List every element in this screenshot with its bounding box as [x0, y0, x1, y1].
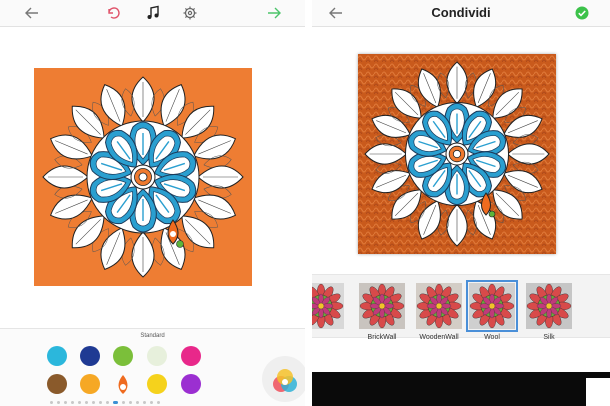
- color-swatch[interactable]: [181, 374, 201, 394]
- coloring-editor-screen: Standard: [0, 0, 305, 406]
- texture-filter-thumbnail[interactable]: [416, 283, 462, 329]
- page-dot[interactable]: [64, 401, 67, 404]
- texture-filter-thumbnail[interactable]: [312, 283, 344, 329]
- mandala-thumbnail: [312, 283, 344, 329]
- page-title: Condividi: [431, 5, 491, 20]
- page-dot[interactable]: [92, 401, 95, 404]
- color-swatch[interactable]: [47, 346, 67, 366]
- ad-banner[interactable]: [312, 372, 610, 406]
- page-dot[interactable]: [113, 401, 118, 404]
- mandala-artwork: [42, 76, 244, 278]
- page-dot[interactable]: [99, 401, 102, 404]
- page-dot[interactable]: [50, 401, 53, 404]
- page-dot[interactable]: [122, 401, 125, 404]
- mandala-thumbnail: [416, 283, 462, 329]
- textured-mandala-preview: [358, 54, 556, 254]
- texture-filter-label: Silk: [543, 334, 555, 341]
- mandala-thumbnail: [359, 283, 405, 329]
- screen-divider: [305, 0, 312, 406]
- coloring-canvas[interactable]: [34, 68, 252, 286]
- color-swatch[interactable]: [113, 374, 133, 394]
- mandala-thumbnail: [469, 283, 515, 329]
- paint-drop-icon: [118, 375, 128, 394]
- page-dot[interactable]: [85, 401, 88, 404]
- texture-filter-thumbnail[interactable]: [359, 283, 405, 329]
- page-dot[interactable]: [136, 401, 139, 404]
- texture-filter-thumbnail[interactable]: [466, 280, 518, 332]
- page-dot[interactable]: [78, 401, 81, 404]
- page-dot[interactable]: [57, 401, 60, 404]
- share-screen: Condividi BrickWall WoodenWall Wool Silk: [312, 0, 610, 406]
- texture-filter-thumbnail[interactable]: [526, 283, 572, 329]
- palette-name: Standard: [140, 333, 165, 339]
- page-dot[interactable]: [150, 401, 153, 404]
- ad-close-area[interactable]: [586, 378, 610, 406]
- confirm-check-icon[interactable]: [572, 3, 592, 23]
- color-swatch[interactable]: [147, 374, 167, 394]
- palette-pager[interactable]: [50, 401, 160, 404]
- color-swatch[interactable]: [147, 346, 167, 366]
- preview-canvas: [358, 54, 556, 254]
- color-swatch[interactable]: [47, 374, 67, 394]
- texture-filter-label: Wool: [484, 334, 500, 341]
- color-swatch[interactable]: [181, 346, 201, 366]
- color-swatch[interactable]: [80, 374, 100, 394]
- back-arrow-icon[interactable]: [22, 3, 42, 23]
- texture-filter-label: BrickWall: [367, 334, 397, 341]
- color-palette-panel: Standard: [0, 328, 305, 406]
- music-note-icon[interactable]: [143, 3, 163, 23]
- settings-gear-icon[interactable]: [180, 3, 200, 23]
- color-swatch[interactable]: [113, 346, 133, 366]
- page-dot[interactable]: [71, 401, 74, 404]
- page-dot[interactable]: [129, 401, 132, 404]
- mandala-thumbnail: [526, 283, 572, 329]
- share-toolbar: Condividi: [312, 0, 610, 27]
- editor-toolbar: [0, 0, 305, 27]
- texture-filter-label: WoodenWall: [419, 334, 459, 341]
- color-wheel-icon: [273, 369, 297, 392]
- page-dot[interactable]: [157, 401, 160, 404]
- color-swatch[interactable]: [80, 346, 100, 366]
- undo-icon[interactable]: [103, 3, 123, 23]
- forward-arrow-icon[interactable]: [264, 3, 284, 23]
- palette-picker-button[interactable]: [262, 356, 305, 402]
- page-dot[interactable]: [106, 401, 109, 404]
- page-dot[interactable]: [143, 401, 146, 404]
